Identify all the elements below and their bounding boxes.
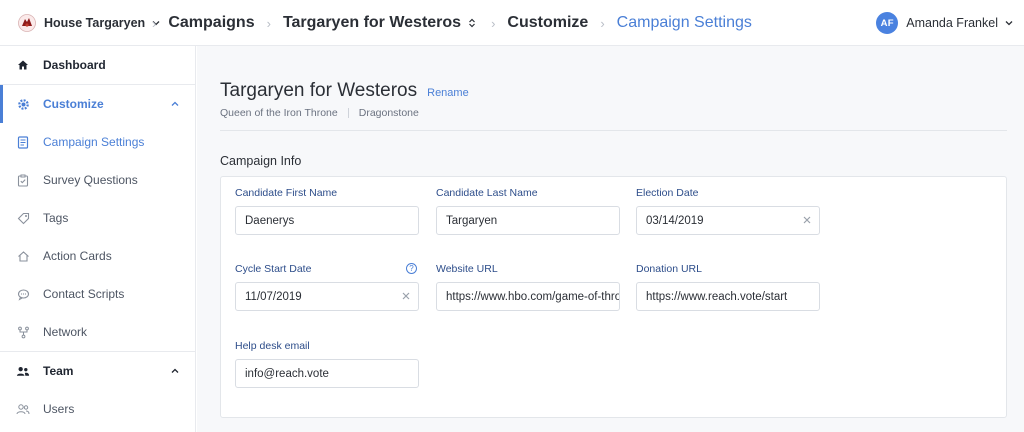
cycle-start-field-group: Cycle Start Date ? 11/07/2019: [235, 263, 419, 311]
campaign-subtitle: Queen of the Iron Throne Dragonstone: [220, 107, 419, 119]
help-icon[interactable]: ?: [406, 263, 417, 274]
page-header: Targaryen for Westeros Rename: [220, 80, 469, 102]
sidebar-item-label: Network: [43, 325, 88, 339]
avatar: AF: [876, 12, 899, 34]
candidate-location: Dragonstone: [358, 107, 419, 119]
donation-input[interactable]: https://www.reach.vote/start: [636, 282, 820, 311]
website-input[interactable]: https://www.hbo.com/game-of-thrones: [436, 282, 620, 311]
first-name-field-group: Candidate First Name Daenerys: [235, 187, 419, 235]
breadcrumb-campaign-settings: Campaign Settings: [616, 14, 752, 31]
first-name-label: Candidate First Name: [235, 187, 338, 199]
chevron-up-icon: [171, 368, 179, 373]
chevron-down-icon: [1005, 21, 1013, 26]
sidebar-item-team[interactable]: Team: [0, 352, 196, 390]
help-email-label: Help desk email: [235, 340, 310, 352]
website-field-group: Website URL https://www.hbo.com/game-of-…: [436, 263, 620, 311]
sidebar-item-action-cards[interactable]: Action Cards: [0, 237, 196, 275]
website-label: Website URL: [436, 263, 498, 275]
chevron-right-icon: ›: [152, 15, 157, 31]
chevron-up-icon: [171, 101, 179, 106]
sidebar-item-label: Dashboard: [43, 58, 106, 72]
tag-icon: [16, 211, 30, 225]
help-email-field-group: Help desk email info@reach.vote: [235, 340, 419, 388]
sidebar-item-dashboard[interactable]: Dashboard: [0, 46, 196, 84]
users-icon: [16, 402, 30, 416]
sidebar-item-campaign-settings[interactable]: Campaign Settings: [0, 123, 196, 161]
last-name-label: Candidate Last Name: [436, 187, 538, 199]
last-name-input[interactable]: Targaryen: [436, 206, 620, 235]
breadcrumb: › Campaigns › Targaryen for Westeros › C…: [140, 0, 752, 46]
cycle-start-input[interactable]: 11/07/2019: [235, 282, 419, 311]
election-date-label: Election Date: [636, 187, 699, 199]
sidebar-item-label: Contact Scripts: [43, 287, 125, 301]
first-name-input[interactable]: Daenerys: [235, 206, 419, 235]
sidebar-item-label: Users: [43, 402, 75, 416]
donation-field-group: Donation URL https://www.reach.vote/star…: [636, 263, 820, 311]
clear-icon[interactable]: [802, 215, 812, 225]
donation-label: Donation URL: [636, 263, 702, 275]
home-icon: [16, 58, 30, 72]
clipboard-icon: [16, 173, 30, 187]
last-name-field-group: Candidate Last Name Targaryen: [436, 187, 620, 235]
document-icon: [16, 135, 30, 149]
user-name: Amanda Frankel: [906, 16, 998, 30]
candidate-title: Queen of the Iron Throne: [220, 107, 338, 119]
team-icon: [16, 364, 30, 378]
election-date-input[interactable]: 03/14/2019: [636, 206, 820, 235]
section-title: Campaign Info: [220, 154, 302, 168]
user-menu[interactable]: AF Amanda Frankel: [876, 0, 1014, 46]
sidebar: Dashboard Customize Campaign Settings Su…: [0, 46, 196, 432]
sidebar-item-label: Survey Questions: [43, 173, 138, 187]
election-date-value: 03/14/2019: [646, 214, 704, 227]
page-title: Targaryen for Westeros: [220, 80, 418, 101]
chevron-right-icon: ›: [491, 15, 496, 31]
divider: [220, 130, 1007, 131]
breadcrumb-campaign[interactable]: Targaryen for Westeros: [283, 14, 461, 32]
chat-icon: [16, 287, 30, 301]
sidebar-item-network[interactable]: Network: [0, 313, 196, 351]
campaign-info-card: Candidate First Name Daenerys Candidate …: [220, 176, 1007, 418]
up-down-chevron-icon[interactable]: [467, 17, 477, 29]
sidebar-item-label: Customize: [43, 97, 104, 111]
divider: [347, 108, 349, 118]
main-content: Targaryen for Westeros Rename Queen of t…: [197, 46, 1024, 432]
help-email-input[interactable]: info@reach.vote: [235, 359, 419, 388]
cycle-start-value: 11/07/2019: [245, 290, 302, 303]
network-icon: [16, 325, 30, 339]
cycle-start-label: Cycle Start Date: [235, 263, 312, 275]
clear-icon[interactable]: [401, 291, 411, 301]
sidebar-item-label: Tags: [43, 211, 69, 225]
org-name: House Targaryen: [44, 16, 146, 30]
top-bar: House Targaryen › Campaigns › Targaryen …: [0, 0, 1024, 46]
sidebar-item-contact-scripts[interactable]: Contact Scripts: [0, 275, 196, 313]
sidebar-item-label: Action Cards: [43, 249, 112, 263]
sidebar-item-tags[interactable]: Tags: [0, 199, 196, 237]
chevron-right-icon: ›: [266, 15, 271, 31]
chevron-right-icon: ›: [600, 15, 605, 31]
sidebar-item-label: Team: [43, 364, 74, 378]
house-outline-icon: [16, 249, 30, 263]
rename-link[interactable]: Rename: [427, 87, 469, 99]
house-sigil-icon: [18, 14, 36, 32]
sidebar-item-customize[interactable]: Customize: [0, 85, 196, 123]
sidebar-item-users[interactable]: Users: [0, 390, 196, 428]
sidebar-item-survey-questions[interactable]: Survey Questions: [0, 161, 196, 199]
sidebar-item-label: Campaign Settings: [43, 135, 145, 149]
gear-icon: [16, 97, 30, 111]
breadcrumb-campaigns[interactable]: Campaigns: [168, 14, 254, 32]
breadcrumb-customize[interactable]: Customize: [507, 14, 588, 32]
election-date-field-group: Election Date 03/14/2019: [636, 187, 820, 235]
